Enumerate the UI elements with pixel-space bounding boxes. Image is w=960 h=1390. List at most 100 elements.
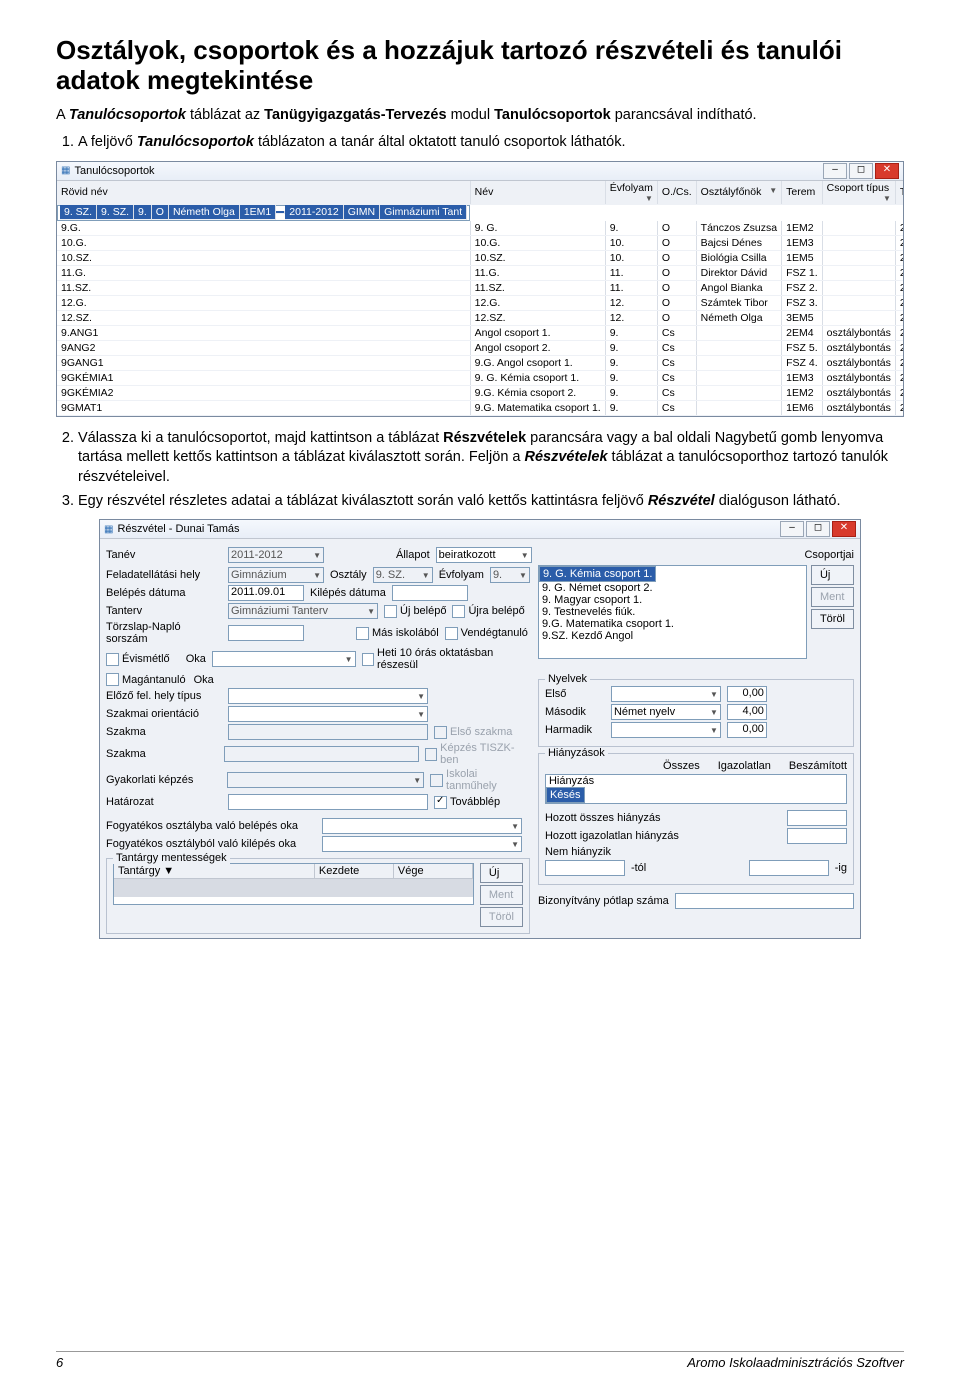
table-row[interactable]: 9GKÉMIA19. G. Kémia csoport 1.9.Cs1EM3os…	[57, 370, 903, 385]
window-icon: ▦	[104, 524, 113, 535]
table-cell: O	[657, 310, 696, 325]
input-nyelv3-val[interactable]: 0,00	[727, 722, 767, 738]
select-szakmaiori[interactable]: ▼	[228, 706, 428, 722]
input-tol[interactable]	[545, 860, 625, 876]
group-hianyzasok: Hiányzások Összes Igazolatlan Beszámítot…	[538, 753, 854, 885]
checkbox-evismetlo[interactable]: Évismétlő	[106, 653, 170, 666]
list-item[interactable]: 9. Testnevelés fiúk.	[539, 606, 806, 618]
table-cell: Angol Bianka	[696, 280, 781, 295]
col-tantargy[interactable]: Tantárgy ▼	[114, 864, 315, 878]
table-row[interactable]: 9GKÉMIA29.G. Kémia csoport 2.9.Cs1EM2osz…	[57, 385, 903, 400]
table-col-header[interactable]: Csoport típus▼	[822, 181, 895, 205]
table-row[interactable]: 12.SZ.12.SZ.12.ONémeth Olga3EM52011-2012…	[57, 310, 903, 325]
table-row[interactable]: 10.G.10.G.10.OBajcsi Dénes1EM32011-2012G…	[57, 235, 903, 250]
list-item[interactable]: 9. G. Német csoport 2.	[539, 582, 806, 594]
input-hatarozat[interactable]	[228, 794, 428, 810]
input-belepes[interactable]: 2011.09.01	[228, 585, 304, 601]
list-item[interactable]: Késés	[546, 787, 585, 803]
hianyzas-list[interactable]: HiányzásKésés	[545, 774, 847, 804]
tantargy-table[interactable]: Tantárgy ▼ Kezdete Vége	[113, 863, 474, 905]
table-cell: O	[657, 265, 696, 280]
close-button[interactable]: ✕	[832, 521, 856, 537]
table-row[interactable]: 9.ANG1Angol csoport 1.9.Cs2EM4osztálybon…	[57, 325, 903, 340]
close-button[interactable]: ✕	[875, 163, 899, 179]
minimize-button[interactable]: –	[823, 163, 847, 179]
select-nyelv2[interactable]: Német nyelv▼	[611, 704, 721, 720]
checkbox-magantanulo[interactable]: Magántanuló	[106, 673, 186, 686]
checkbox-heti10[interactable]: Heti 10 órás oktatásban részesül	[362, 647, 530, 671]
table-row[interactable]: 10.SZ.10.SZ.10.OBiológia Csilla1EM52011-…	[57, 250, 903, 265]
tanulocsoportok-table[interactable]: Rövid névNévÉvfolyam▼O./Cs.Osztályfőnök▼…	[57, 181, 903, 416]
table-row[interactable]: 9.G.9. G.9.OTánczos Zsuzsa1EM22011-2012G…	[57, 221, 903, 236]
select-evfolyam[interactable]: 9.▼	[490, 567, 530, 583]
uj-button[interactable]: Új	[480, 863, 523, 883]
select-osztaly[interactable]: 9. SZ.▼	[373, 567, 433, 583]
table-row[interactable]: 9GANG19.G. Angol csoport 1.9.CsFSZ 4.osz…	[57, 355, 903, 370]
list-item[interactable]: 9. G. Kémia csoport 1.	[539, 566, 656, 582]
select-oka1[interactable]: ▼	[212, 651, 356, 667]
select-nyelv3[interactable]: ▼	[611, 722, 721, 738]
input-kilepes[interactable]	[392, 585, 468, 601]
table-col-header[interactable]: O./Cs.	[657, 181, 696, 205]
csop-uj-button[interactable]: Új	[811, 565, 854, 585]
input-bizpotlap[interactable]	[675, 893, 854, 909]
table-cell: Angol csoport 1.	[470, 325, 605, 340]
chevron-down-icon: ▼	[417, 692, 425, 701]
table-col-header[interactable]: Évfolyam▼	[605, 181, 657, 205]
select-fogykil[interactable]: ▼	[322, 836, 522, 852]
input-hozott-ossz[interactable]	[787, 810, 847, 826]
table-row[interactable]: 11.SZ.11.SZ.11.OAngol BiankaFSZ 2.2011-2…	[57, 280, 903, 295]
input-nyelv2-val[interactable]: 4,00	[727, 704, 767, 720]
table-cell: 2011-2012	[895, 400, 903, 415]
table-row[interactable]: 12.G.12.G.12.OSzámtek TiborFSZ 3.2011-20…	[57, 295, 903, 310]
select-felhely[interactable]: Gimnázium▼	[228, 567, 324, 583]
checkbox-ujrabelepo[interactable]: Újra belépő	[452, 605, 524, 618]
csop-torol-button[interactable]: Töröl	[811, 609, 854, 629]
csoportjai-list[interactable]: 9. G. Kémia csoport 1.9. G. Német csopor…	[538, 565, 807, 659]
maximize-button[interactable]: ◻	[806, 521, 830, 537]
table-col-header[interactable]: Osztályfőnök▼	[696, 181, 781, 205]
select-fogybel[interactable]: ▼	[322, 818, 522, 834]
table-col-header[interactable]: Tanév▼	[895, 181, 903, 205]
table-cell: Cs	[657, 355, 696, 370]
checkbox-masiskola[interactable]: Más iskolából	[356, 627, 439, 640]
table-cell	[822, 280, 895, 295]
table-cell: O	[657, 295, 696, 310]
table-col-header[interactable]: Terem	[782, 181, 823, 205]
list-item[interactable]: 9.SZ. Kezdő Angol	[539, 630, 806, 642]
table-cell	[822, 265, 895, 280]
label-szakma2: Szakma	[106, 748, 218, 760]
table-row[interactable]: 11.G.11.G.11.ODirektor DávidFSZ 1.2011-2…	[57, 265, 903, 280]
table-cell: Cs	[657, 400, 696, 415]
table-cell: 10.	[605, 235, 657, 250]
input-nyelv1-val[interactable]: 0,00	[727, 686, 767, 702]
table-col-header[interactable]: Rövid név	[57, 181, 470, 205]
table-row[interactable]: 9. SZ.9. SZ.9.ONémeth Olga1EM12011-2012G…	[57, 205, 470, 221]
chevron-down-icon: ▼	[413, 776, 421, 785]
select-tanterv[interactable]: Gimnáziumi Tanterv▼	[228, 603, 378, 619]
table-cell: Direktor Dávid	[696, 265, 781, 280]
checkbox-ujbelepo[interactable]: Új belépő	[384, 605, 446, 618]
list-item[interactable]: Hiányzás	[546, 775, 846, 787]
select-nyelv1[interactable]: ▼	[611, 686, 721, 702]
maximize-button[interactable]: ◻	[849, 163, 873, 179]
table-row[interactable]: 9GMAT19.G. Matematika csoport 1.9.Cs1EM6…	[57, 400, 903, 415]
list-item[interactable]: 9.G. Matematika csoport 1.	[539, 618, 806, 630]
table-cell: 3EM5	[782, 310, 823, 325]
input-ig[interactable]	[749, 860, 829, 876]
minimize-button[interactable]: –	[780, 521, 804, 537]
select-allapot[interactable]: beiratkozott▼	[436, 547, 532, 563]
select-tanev[interactable]: 2011-2012▼	[228, 547, 324, 563]
table-col-header[interactable]: Név	[470, 181, 605, 205]
select-gyakorlati[interactable]: ▼	[227, 772, 425, 788]
input-hozott-igaz[interactable]	[787, 828, 847, 844]
table-cell: 2011-2012	[895, 250, 903, 265]
select-elozofelhely[interactable]: ▼	[228, 688, 428, 704]
table-cell: 9GANG1	[57, 355, 470, 370]
checkbox-tovabblep[interactable]: ✓Továbblép	[434, 796, 500, 809]
list-item[interactable]: 9. Magyar csoport 1.	[539, 594, 806, 606]
input-torzslap[interactable]	[228, 625, 304, 641]
group-tantargy-mentessegek: Tantárgy mentességek Tantárgy ▼ Kezdete …	[106, 858, 530, 934]
table-row[interactable]: 9ANG2Angol csoport 2.9.CsFSZ 5.osztálybo…	[57, 340, 903, 355]
checkbox-vendeg[interactable]: Vendégtanuló	[445, 627, 528, 640]
